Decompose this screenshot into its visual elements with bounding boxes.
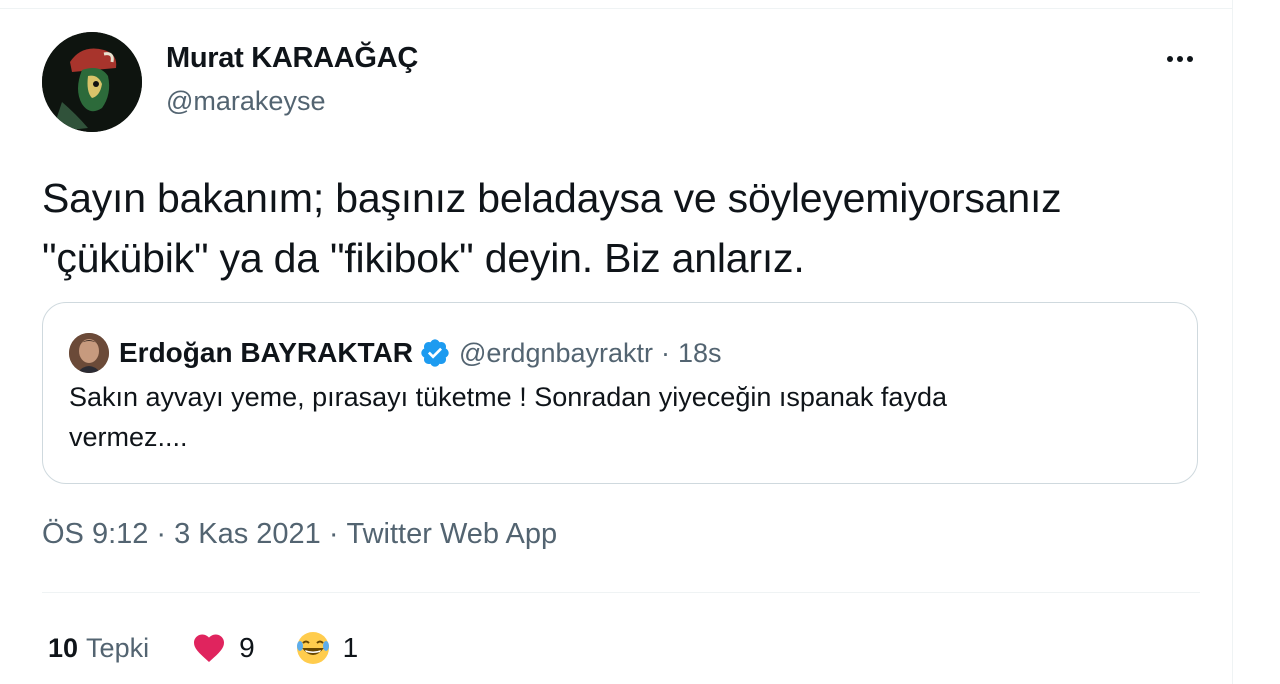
author-handle[interactable]: @marakeyse [166,86,325,117]
tweet-date[interactable]: 3 Kas 2021 [174,518,321,550]
author-avatar[interactable] [42,32,142,132]
quoted-tweet[interactable]: Erdoğan BAYRAKTAR @erdgnbayraktr · 18s S… [42,302,1198,484]
more-icon [1167,56,1173,62]
quoted-author-name: Erdoğan BAYRAKTAR [119,337,414,368]
laughing-emoji-icon [296,632,329,664]
tweet-container: Murat KARAAĞAÇ @marakeyse Sayın bakanım;… [0,0,1233,684]
heart-reaction[interactable]: 9 [191,630,295,666]
author-name[interactable]: Murat KARAAĞAÇ [166,42,418,75]
verified-badge-icon [421,339,449,367]
tweet-text-line: "çükübik" ya da "fikibok" deyin. Biz anl… [42,235,805,281]
more-options-button[interactable] [1158,44,1202,74]
quoted-author-avatar [69,333,109,373]
reactions-bar: 10 Tepki 9 1 [48,628,398,668]
quoted-tweet-time[interactable]: 18s [678,338,722,369]
more-icon-dot [1177,56,1183,62]
tweet-text: Sayın bakanım; başınız beladaysa ve söyl… [42,168,1212,288]
laugh-reaction[interactable]: 1 [295,630,399,666]
quoted-text-line: vermez.... [69,422,188,452]
quoted-tweet-text: Sakın ayvayı yeme, pırasayı tüketme ! So… [69,377,1169,457]
separator-dot: · [328,518,339,550]
separator-dot: · [156,518,167,550]
top-divider [0,8,1232,9]
heart-count: 9 [239,632,255,663]
tweet-source[interactable]: Twitter Web App [346,518,557,550]
reactions-total[interactable]: 10 [48,633,78,664]
reactions-label[interactable]: Tepki [86,633,149,664]
divider [42,592,1200,593]
quoted-text-line: Sakın ayvayı yeme, pırasayı tüketme ! So… [69,382,947,412]
heart-icon [194,634,225,663]
tweet-time[interactable]: ÖS 9:12 [42,518,148,550]
quoted-tweet-header: Erdoğan BAYRAKTAR @erdgnbayraktr · 18s [119,333,722,373]
tweet-metadata: ÖS 9:12 · 3 Kas 2021 · Twitter Web App [42,518,557,551]
more-icon-dot [1187,56,1193,62]
laugh-count: 1 [342,632,359,663]
separator-dot: · [661,337,671,368]
tweet-text-line: Sayın bakanım; başınız beladaysa ve söyl… [42,175,1062,221]
quoted-author-handle: @erdgnbayraktr [459,337,654,368]
